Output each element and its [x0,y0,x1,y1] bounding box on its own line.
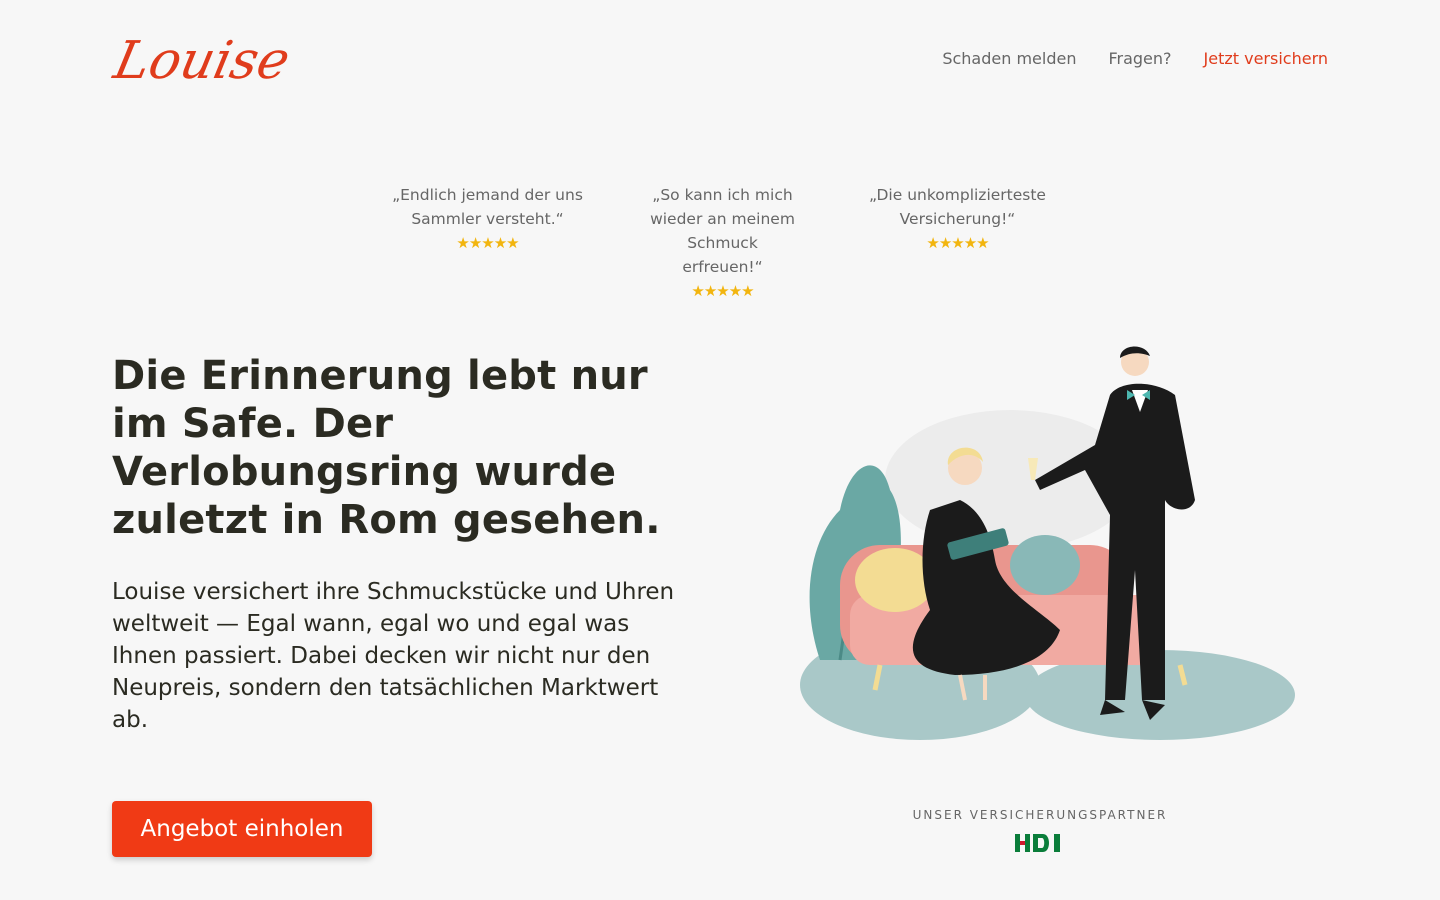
star-rating: ★★★★★ [926,234,989,252]
review-quote: „Endlich jemand der uns Sammler versteht… [392,186,583,228]
insurance-partner: UNSER VERSICHERUNGSPARTNER [900,808,1180,854]
get-quote-button[interactable]: Angebot einholen [112,801,372,857]
review-card: „So kann ich mich wieder an meinem Schmu… [605,183,840,303]
hero-body: Louise versichert ihre Schmuckstücke und… [112,579,675,733]
review-quote: „Die unkomplizierteste Versicherung!“ [869,186,1046,228]
review-quote: „So kann ich mich wieder an meinem Schmu… [650,186,795,276]
star-rating: ★★★★★ [456,234,519,252]
partner-label: UNSER VERSICHERUNGSPARTNER [912,808,1168,822]
review-card: „Endlich jemand der uns Sammler versteht… [370,183,605,303]
reviews: „Endlich jemand der uns Sammler versteht… [370,183,1075,303]
couple-on-sofa-illustration [800,346,1295,740]
star-rating: ★★★★★ [691,282,754,300]
hero-headline: Die Erinnerung lebt nur im Safe. Der Ver… [112,353,661,543]
nav-fragen[interactable]: Fragen? [1108,49,1171,68]
louise-logo[interactable]: Louise [110,20,292,100]
svg-text:Louise: Louise [110,31,292,91]
hdi-logo [1015,834,1060,852]
nav-schaden-melden[interactable]: Schaden melden [942,49,1076,68]
review-card: „Die unkomplizierteste Versicherung!“ ★★… [840,183,1075,303]
top-nav: Schaden melden Fragen? Jetzt versichern [942,49,1328,68]
nav-jetzt-versichern[interactable]: Jetzt versichern [1204,49,1328,68]
